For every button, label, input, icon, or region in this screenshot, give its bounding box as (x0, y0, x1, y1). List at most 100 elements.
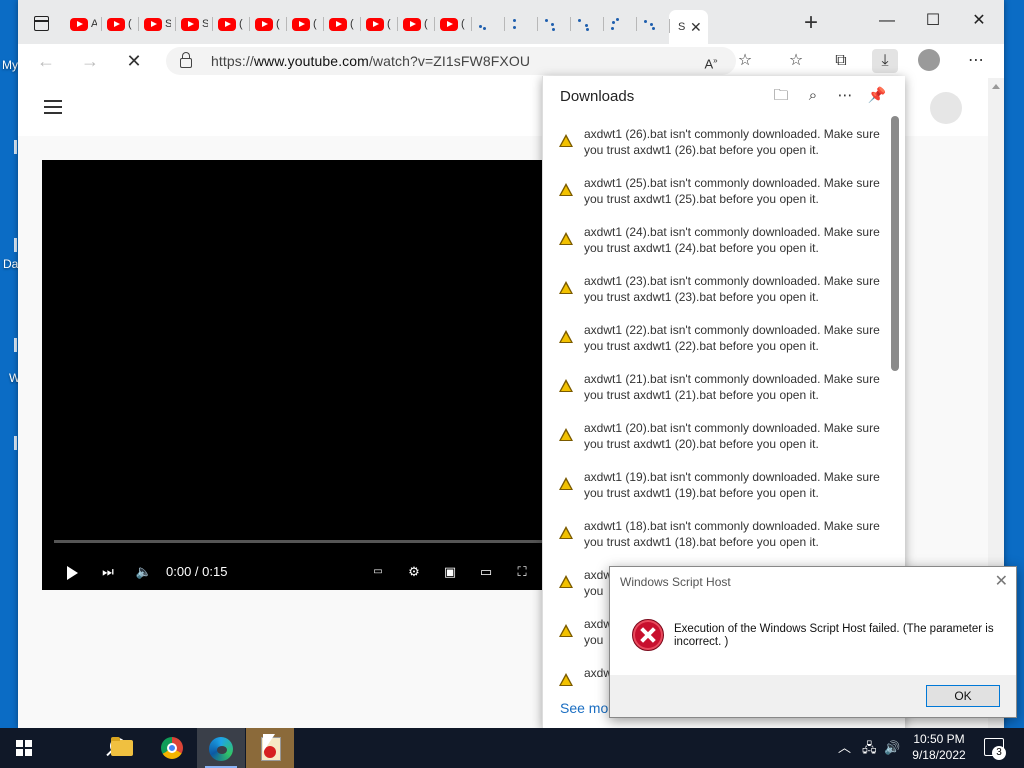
tab[interactable]: ( (360, 8, 397, 40)
tab[interactable]: ( (286, 8, 323, 40)
download-item[interactable]: axdwt1 (26).bat isn't commonly downloade… (543, 120, 887, 169)
captions-icon[interactable]: ▭ (366, 558, 390, 586)
stop-loading-icon[interactable]: ✕ (122, 49, 146, 73)
back-icon[interactable]: ← (34, 49, 58, 73)
edge-button[interactable] (197, 728, 245, 768)
tab[interactable]: ( (434, 8, 471, 40)
clock[interactable]: 10:50 PM 9/18/2022 (906, 731, 972, 763)
desktop-icon-label[interactable]: Da (3, 257, 18, 271)
taskbar: ︿ 🖧 🔊 10:50 PM 9/18/2022 3 (0, 728, 1024, 768)
tab[interactable] (537, 8, 570, 40)
tab[interactable]: A (64, 8, 101, 40)
tab[interactable]: S (138, 8, 175, 40)
downloads-scrollbar[interactable] (891, 116, 899, 371)
fullscreen-icon[interactable]: ⛶ (510, 558, 534, 586)
start-button[interactable] (0, 728, 48, 768)
download-item[interactable]: axdwt1 (18).bat isn't commonly downloade… (543, 512, 887, 561)
tab[interactable]: ( (397, 8, 434, 40)
youtube-icon (329, 17, 347, 31)
theater-mode-icon[interactable]: ▭ (474, 558, 498, 586)
desktop-icon[interactable] (14, 338, 17, 352)
download-item[interactable]: axdwt1 (22).bat isn't commonly downloade… (543, 316, 887, 365)
tab-title: ( (239, 18, 243, 30)
lock-icon[interactable] (180, 52, 192, 68)
search-icon[interactable]: ⌕ (801, 84, 825, 108)
tab[interactable] (603, 8, 636, 40)
search-button[interactable] (48, 728, 126, 768)
volume-icon[interactable]: 🔈 (132, 558, 156, 586)
dialog-message: Execution of the Windows Script Host fai… (674, 623, 994, 648)
file-explorer-button[interactable] (98, 728, 146, 768)
see-more-link[interactable]: See mo (560, 700, 608, 716)
settings-icon[interactable]: ⚙ (402, 558, 426, 586)
progress-bar[interactable] (54, 540, 542, 543)
download-item[interactable]: axdwt1 (25).bat isn't commonly downloade… (543, 169, 887, 218)
tab[interactable] (636, 8, 669, 40)
account-avatar[interactable] (930, 92, 962, 124)
download-item[interactable]: axdwt1 (21).bat isn't commonly downloade… (543, 365, 887, 414)
open-folder-icon[interactable]: 🗀 (769, 84, 793, 108)
warning-icon (559, 673, 573, 686)
pin-icon[interactable]: 📌 (865, 84, 889, 108)
menu-icon[interactable] (44, 100, 62, 114)
warning-icon (559, 477, 573, 490)
network-icon[interactable]: 🖧 (862, 728, 877, 768)
close-window-button[interactable]: ✕ (956, 6, 1002, 36)
tab-title: ( (313, 18, 317, 30)
download-warning-text: axdwt1 (18).bat isn't commonly downloade… (584, 519, 880, 549)
tab-active[interactable]: S ✕ (669, 10, 708, 44)
tab-actions-icon[interactable] (30, 12, 52, 34)
download-item[interactable]: axdwt1 (24).bat isn't commonly downloade… (543, 218, 887, 267)
ok-button[interactable]: OK (926, 685, 1000, 707)
collections-icon[interactable]: ⧉ (828, 49, 854, 73)
download-item[interactable]: axdwt1 (23).bat isn't commonly downloade… (543, 267, 887, 316)
youtube-icon (70, 17, 88, 31)
read-aloud-icon[interactable]: A» (698, 49, 724, 73)
favorites-icon[interactable]: ☆ (783, 49, 809, 73)
error-dialog: Windows Script Host ✕ Execution of the W… (609, 566, 1017, 718)
tab[interactable] (471, 8, 504, 40)
next-icon[interactable]: ⏭ (96, 558, 120, 586)
desktop-icon[interactable] (14, 238, 17, 252)
tab[interactable]: S (175, 8, 212, 40)
tab[interactable]: ( (249, 8, 286, 40)
tab[interactable]: ( (101, 8, 138, 40)
maximize-button[interactable]: ☐ (910, 6, 956, 36)
download-warning-text: axdw you (584, 568, 613, 598)
close-tab-icon[interactable]: ✕ (690, 19, 702, 36)
miniplayer-icon[interactable]: ▣ (438, 558, 462, 586)
tab[interactable] (570, 8, 603, 40)
download-warning-text: axdwt1 (25).bat isn't commonly downloade… (584, 176, 880, 206)
tab[interactable]: ( (323, 8, 360, 40)
mouse-cursor (263, 734, 275, 752)
tab-title: S (678, 21, 686, 33)
downloads-icon[interactable]: ⤓ (872, 49, 898, 73)
url-text[interactable]: https://www.youtube.com/watch?v=ZI1sFW8F… (211, 53, 530, 69)
more-options-icon[interactable]: ⋯ (833, 84, 857, 108)
desktop-icon[interactable] (14, 436, 17, 450)
download-item[interactable]: axdwt1 (20).bat isn't commonly downloade… (543, 414, 887, 463)
desktop-icon-label[interactable]: My (2, 58, 18, 72)
browser-toolbar: ← → ✕ https://www.youtube.com/watch?v=ZI… (18, 44, 1004, 78)
profile-avatar[interactable] (918, 49, 940, 71)
youtube-icon (181, 17, 199, 31)
forward-icon[interactable]: → (78, 49, 102, 73)
close-icon[interactable]: ✕ (995, 571, 1008, 591)
warning-icon (559, 624, 573, 637)
desktop-icon[interactable] (14, 140, 17, 154)
download-warning-text: axdwt1 (23).bat isn't commonly downloade… (584, 274, 880, 304)
more-options-icon[interactable]: ⋯ (963, 49, 989, 73)
show-hidden-icons[interactable]: ︿ (838, 728, 851, 768)
address-bar[interactable]: https://www.youtube.com/watch?v=ZI1sFW8F… (166, 47, 736, 75)
video-player[interactable]: ⏭ 🔈 0:00 / 0:15 ▭ ⚙ ▣ ▭ ⛶ (42, 160, 542, 590)
youtube-icon (440, 17, 458, 31)
minimize-button[interactable]: — (864, 6, 910, 36)
tab[interactable] (504, 8, 537, 40)
chrome-button[interactable] (148, 728, 196, 768)
play-icon[interactable] (60, 558, 84, 586)
download-item[interactable]: axdwt1 (19).bat isn't commonly downloade… (543, 463, 887, 512)
new-tab-button[interactable]: + (798, 10, 824, 36)
add-favorite-icon[interactable]: ☆ (732, 49, 758, 73)
tab[interactable]: ( (212, 8, 249, 40)
volume-icon[interactable]: 🔊 (884, 728, 900, 768)
